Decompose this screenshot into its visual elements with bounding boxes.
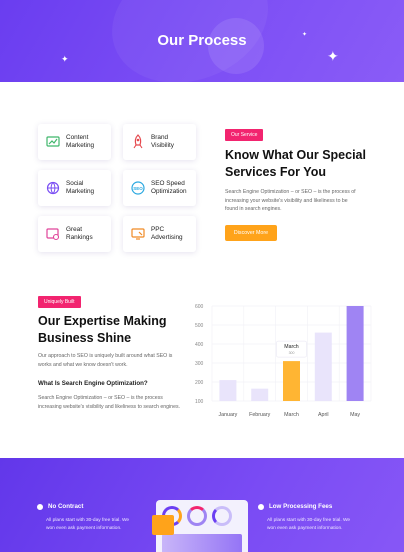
bar <box>314 332 332 401</box>
description-line: Search Engine Optimization – or SEO – is… <box>38 395 163 401</box>
description-line: works and what we know doesn't work. <box>38 361 128 368</box>
service-card-ppc-advertising[interactable]: PPC Advertising <box>123 216 196 252</box>
service-card-great-rankings[interactable]: Great Rankings <box>38 216 111 252</box>
feature-line: All plans start with 30-day free trial. … <box>267 518 351 523</box>
sparkle-icon: ✦ <box>302 32 308 38</box>
bar-chart: 600 500 400 300 200 100 January February March Ma… <box>195 304 372 418</box>
tooltip-title: March <box>284 344 299 350</box>
service-card-social-marketing[interactable]: Social Marketing <box>38 170 111 206</box>
bar <box>251 388 269 401</box>
heading-line: Our Expertise Making <box>38 314 167 328</box>
bar <box>346 306 364 401</box>
y-tick-label: 300 <box>195 361 204 367</box>
page-title: Our Process <box>157 32 247 49</box>
description-line: found in search engines. <box>225 206 282 213</box>
y-tick-label: 600 <box>195 304 204 310</box>
feature-line: won even ask payment information. <box>267 526 343 531</box>
feature-line: won even ask payment information. <box>46 526 122 531</box>
features-banner: No Contract All plans start with 30-day … <box>0 458 404 552</box>
social-globe-icon <box>45 180 61 196</box>
service-card-brand-visibility[interactable]: Brand Visibility <box>123 124 196 160</box>
sub-description: Search Engine Optimization – or SEO – is… <box>38 394 203 411</box>
area-graphic <box>162 534 242 552</box>
service-label: Visibility <box>151 142 174 149</box>
x-tick-label: May <box>350 412 360 418</box>
ppc-advertising-icon <box>130 226 146 242</box>
y-tick-label: 400 <box>195 342 204 348</box>
hero-banner: Our Process ✦ ✦ ✦ <box>0 0 404 82</box>
feature-text: All plans start with 30-day free trial. … <box>267 517 350 533</box>
service-label: Marketing <box>66 142 95 149</box>
service-label: PPC <box>151 225 165 233</box>
feature-title: No Contract <box>37 503 83 510</box>
service-label: Brand <box>151 133 169 141</box>
description-line: Our approach to SEO is uniquely built ar… <box>38 353 173 359</box>
check-dot-icon <box>37 503 43 510</box>
seo-speed-icon: SEO <box>130 180 146 196</box>
orange-card-graphic <box>152 515 174 535</box>
sparkle-icon: ✦ <box>327 48 339 64</box>
service-label: Social <box>66 179 84 187</box>
section-heading: Know What Our Special Services For You <box>225 147 366 181</box>
service-label: Great <box>66 225 82 233</box>
bar <box>219 380 237 401</box>
check-dot-icon <box>258 503 264 510</box>
content-marketing-icon <box>45 134 61 150</box>
subheading: What Is Search Engine Optimization? <box>38 380 148 387</box>
section-heading: Our Expertise Making Business Shine <box>38 313 167 347</box>
bar <box>283 361 300 401</box>
feature-title: Low Processing Fees <box>258 503 332 510</box>
service-label: Advertising <box>151 234 183 241</box>
service-card-seo-speed[interactable]: SEO SEO Speed Optimization <box>123 170 196 206</box>
description-line: increasing your website's visibility and… <box>225 197 348 204</box>
tooltip-value: 300 <box>289 351 295 355</box>
x-tick-label: January <box>218 412 237 418</box>
heading-line: Know What Our Special <box>225 148 366 162</box>
feature-title-text: Low Processing Fees <box>269 503 333 510</box>
heading-line: Services For You <box>225 165 326 179</box>
y-tick-label: 100 <box>195 399 204 405</box>
section-description: Search Engine Optimization – or SEO – is… <box>225 188 400 214</box>
rocket-icon <box>130 134 146 150</box>
service-label: Content <box>66 133 89 141</box>
svg-text:SEO: SEO <box>133 186 143 191</box>
donut-icon <box>187 506 207 526</box>
heading-line: Business Shine <box>38 331 132 345</box>
x-tick-label: March <box>284 412 299 418</box>
feature-title-text: No Contract <box>48 503 84 510</box>
donut-icon <box>212 506 232 526</box>
y-tick-label: 500 <box>195 323 204 329</box>
discover-more-button[interactable]: Discover More <box>225 225 277 241</box>
service-card-content-marketing[interactable]: Content Marketing <box>38 124 111 160</box>
feature-line: All plans start with 30-day free trial. … <box>46 518 130 523</box>
x-tick-label: February <box>249 412 271 418</box>
section-badge: Uniquely Built <box>38 296 81 308</box>
description-line: increasing website's visibility and like… <box>38 403 180 410</box>
service-label: Optimization <box>151 188 187 195</box>
service-label: Marketing <box>66 188 95 195</box>
feature-text: All plans start with 30-day free trial. … <box>46 517 129 533</box>
rankings-icon <box>45 226 61 242</box>
x-tick-label: April <box>318 412 329 418</box>
y-tick-label: 200 <box>195 380 204 386</box>
section-badge: Our Service <box>225 129 264 141</box>
section-description: Our approach to SEO is uniquely built ar… <box>38 352 198 369</box>
sparkle-icon: ✦ <box>61 54 69 64</box>
service-label: SEO Speed <box>151 179 185 187</box>
description-line: Search Engine Optimization – or SEO – is… <box>225 189 356 195</box>
service-label: Rankings <box>66 234 93 241</box>
